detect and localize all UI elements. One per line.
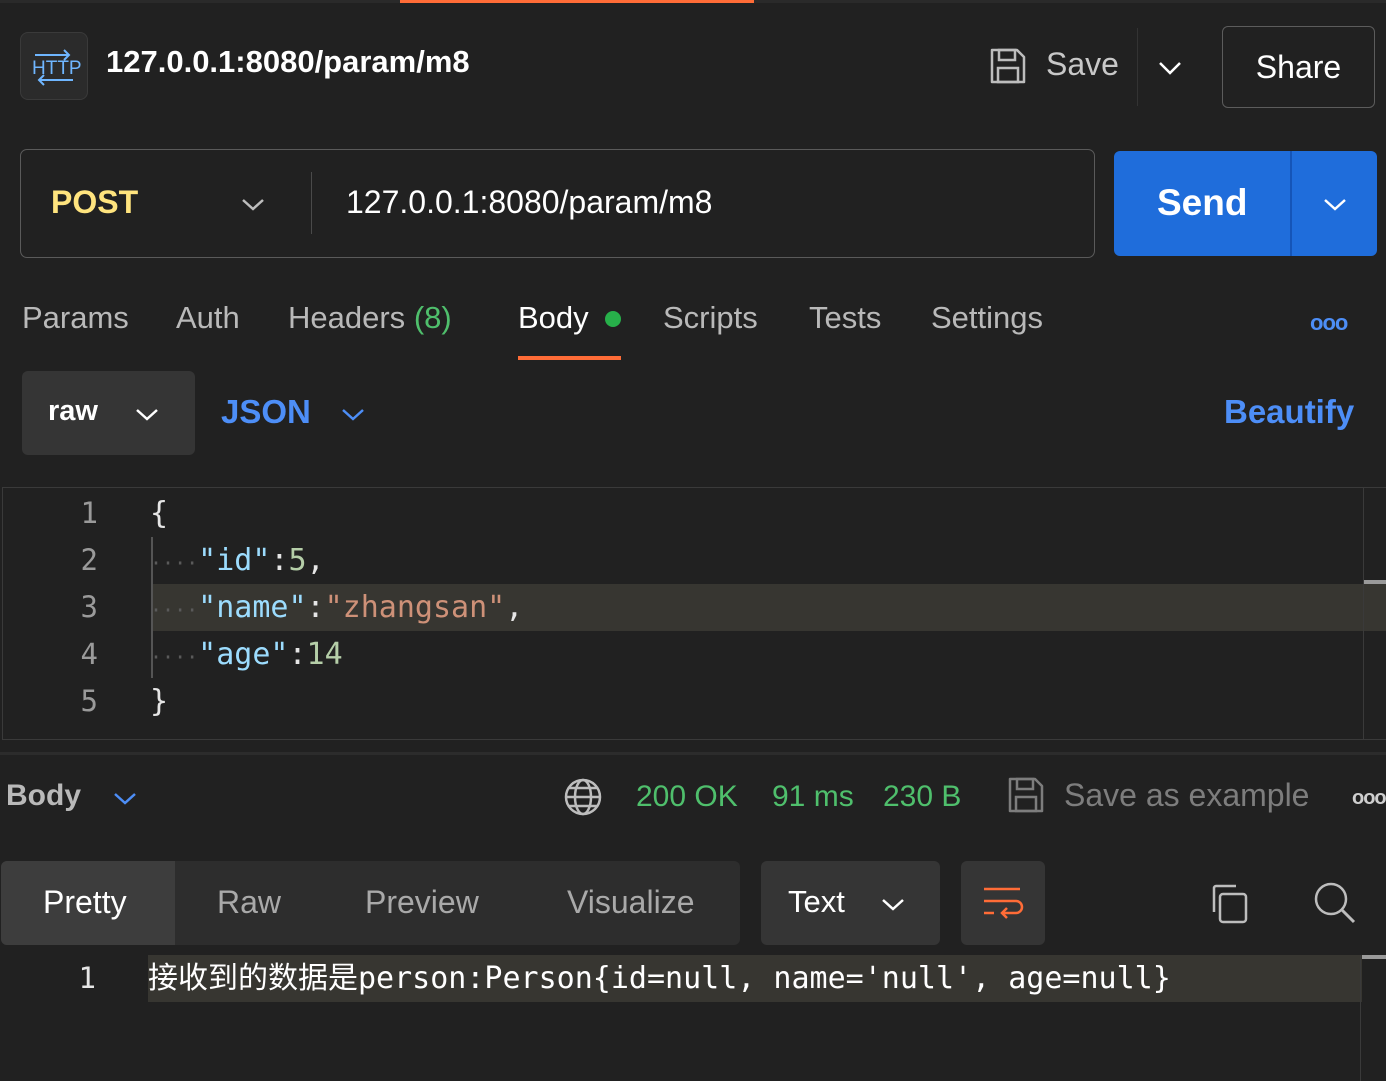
tab-headers-label: Headers [288,300,406,335]
response-scrollbar[interactable] [1360,955,1361,1081]
response-divider[interactable] [0,752,1386,755]
line-number: 5 [80,684,98,718]
view-tab-raw[interactable]: Raw [217,884,281,921]
tab-settings[interactable]: Settings [931,300,1043,336]
view-tab-pretty[interactable]: Pretty [43,884,127,921]
code-text: ····"name":"zhangsan", [150,590,524,625]
json-value: "zhangsan" [324,590,506,625]
json-value: 5 [288,543,307,578]
tab-auth[interactable]: Auth [176,300,240,336]
more-options-icon[interactable]: ooo [1352,787,1386,810]
wrap-lines-icon[interactable] [980,881,1026,930]
code-text: } [150,678,168,725]
editor-line: 3 ····"name":"zhangsan", [0,584,1386,631]
url-divider [311,172,312,234]
line-number: 1 [80,496,98,530]
line-number: 4 [80,637,98,671]
headers-count-badge: (8) [413,300,452,335]
tab-body[interactable]: Body [518,300,589,336]
save-button[interactable]: Save [1046,46,1119,83]
scrollbar-marker [1362,955,1386,959]
share-button[interactable]: Share [1222,26,1375,108]
response-section-select[interactable]: Body [6,779,81,813]
body-format-select[interactable]: JSON [221,393,311,431]
json-key: "age" [198,637,289,672]
request-title[interactable]: 127.0.0.1:8080/param/m8 [106,44,470,80]
http-icon-label: HTTP [32,58,82,79]
save-icon[interactable] [1006,775,1046,820]
code-text: ····"age":14 [150,637,343,672]
response-content[interactable]: 接收到的数据是person:Person{id=null, name='null… [148,955,1171,1002]
tab-underline [518,356,621,360]
response-size[interactable]: 230 B [883,780,961,814]
chevron-down-icon[interactable] [340,403,366,432]
status-code[interactable]: 200 OK [636,780,738,814]
code-text: ····"id":5, [150,543,325,578]
beautify-button[interactable]: Beautify [1224,393,1354,431]
body-mode-label[interactable]: raw [48,395,98,428]
tab-scripts[interactable]: Scripts [663,300,758,336]
response-format-label[interactable]: Text [788,884,845,920]
open-brace: { [150,496,169,531]
save-icon[interactable] [988,46,1028,91]
active-tab-indicator [400,0,754,3]
editor-line: 2 ····"id":5, [0,537,1386,584]
code-text: { [150,490,168,537]
editor-line: 1 { [0,490,1386,537]
send-label[interactable]: Send [1157,182,1247,224]
chevron-down-icon[interactable] [134,403,160,432]
view-tab-visualize[interactable]: Visualize [567,884,694,921]
json-key: "id" [198,543,271,578]
line-number: 1 [78,961,96,995]
editor-line: 4 ····"age":14 [0,631,1386,678]
line-number: 2 [80,543,98,577]
share-label: Share [1255,49,1342,85]
save-divider [1137,28,1138,106]
globe-icon[interactable] [563,777,603,822]
json-value: 14 [306,637,343,672]
more-options-icon[interactable]: ooo [1310,310,1348,336]
http-request-icon: HTTP [20,32,88,100]
url-input[interactable]: 127.0.0.1:8080/param/m8 [346,184,712,221]
save-as-example-button[interactable]: Save as example [1064,777,1309,814]
tab-headers[interactable]: Headers (8) [288,300,452,336]
copy-icon[interactable] [1208,882,1252,931]
body-indicator-dot [605,311,621,327]
response-time[interactable]: 91 ms [772,780,854,814]
chevron-down-icon[interactable] [1156,56,1184,85]
send-divider [1290,151,1292,256]
chevron-down-icon[interactable] [112,787,138,816]
json-key: "name" [198,590,307,625]
chevron-down-icon[interactable] [880,893,906,922]
editor-line: 5 } [0,678,1386,725]
close-brace: } [150,684,169,719]
tab-tests[interactable]: Tests [809,300,881,336]
method-select[interactable]: POST [51,184,138,221]
line-number: 3 [80,590,98,624]
chevron-down-icon[interactable] [1322,192,1348,221]
search-icon[interactable] [1312,880,1358,931]
view-tab-preview[interactable]: Preview [365,884,479,921]
chevron-down-icon[interactable] [240,192,266,221]
tab-params[interactable]: Params [22,300,129,336]
